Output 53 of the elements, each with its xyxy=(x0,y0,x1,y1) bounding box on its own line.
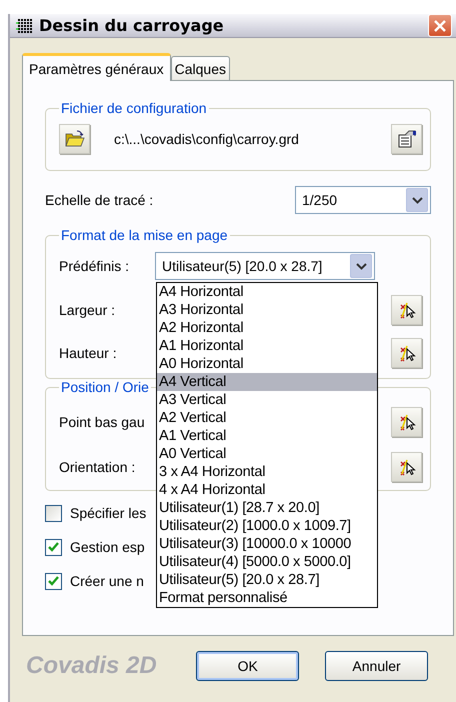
dropdown-option[interactable]: A2 Vertical xyxy=(157,409,377,427)
dialog-button[interactable]: Annuler xyxy=(325,651,428,681)
scale-label: Echelle de tracé : xyxy=(45,192,154,208)
checkbox-label: Gestion esp xyxy=(70,539,145,555)
dialog-button[interactable]: OK xyxy=(196,651,300,681)
checkbox[interactable] xyxy=(45,504,62,522)
dropdown-option[interactable]: A3 Horizontal xyxy=(157,301,377,319)
tab[interactable]: Calques xyxy=(170,56,230,80)
checkbox[interactable] xyxy=(45,538,62,556)
point-label: Point bas gau xyxy=(59,414,146,430)
scale-dropdown[interactable]: 1/250 xyxy=(295,186,431,214)
preset-dropdown[interactable]: Utilisateur(5) [20.0 x 28.7] xyxy=(155,252,375,280)
group-legend: Fichier de configuration xyxy=(59,100,209,116)
properties-button[interactable] xyxy=(391,124,422,154)
grid-dots-icon xyxy=(16,18,34,34)
dropdown-option[interactable]: A1 Vertical xyxy=(157,427,377,445)
dropdown-option[interactable]: Utilisateur(2) [1000.0 x 1009.7] xyxy=(157,517,377,535)
height-label: Hauteur : xyxy=(59,345,118,361)
orientation-label: Orientation : xyxy=(59,459,136,475)
dropdown-option[interactable]: A1 Horizontal xyxy=(157,337,377,355)
pick-point-button[interactable] xyxy=(391,338,422,368)
dropdown-option[interactable]: Utilisateur(1) [28.7 x 20.0] xyxy=(157,499,377,517)
close-icon xyxy=(433,18,447,32)
logo-text: Covadis 2D xyxy=(25,652,158,680)
pick-point-button[interactable] xyxy=(391,452,422,482)
window-title: Dessin du carroyage xyxy=(39,16,225,35)
dropdown-option[interactable]: A0 Horizontal xyxy=(157,355,377,373)
width-label: Largeur : xyxy=(59,302,116,318)
checkbox[interactable] xyxy=(45,572,62,590)
dropdown-option[interactable]: 3 x A4 Horizontal xyxy=(157,463,377,481)
checkbox-label: Spécifier les xyxy=(70,505,146,521)
dropdown-option[interactable]: A4 Vertical xyxy=(157,373,377,391)
group-legend: Format de la mise en page xyxy=(59,227,230,243)
open-folder-button[interactable] xyxy=(59,124,90,154)
dropdown-option[interactable]: A0 Vertical xyxy=(157,445,377,463)
dropdown-option[interactable]: A2 Horizontal xyxy=(157,319,377,337)
document-list-icon xyxy=(396,130,416,148)
checkbox-label: Créer une n xyxy=(70,573,144,589)
folder-icon xyxy=(64,130,84,148)
pick-point-button[interactable] xyxy=(391,407,422,437)
dropdown-option[interactable]: Utilisateur(5) [20.0 x 28.7] xyxy=(157,571,377,589)
dropdown-option[interactable]: Utilisateur(3) [10000.0 x 10000 xyxy=(157,535,377,553)
config-file-path: c:\...\covadis\config\carroy.grd xyxy=(113,131,300,147)
preset-label: Prédéfinis : xyxy=(59,258,130,274)
close-button[interactable] xyxy=(428,14,452,37)
dropdown-option[interactable]: Format personnalisé xyxy=(157,589,377,607)
group-legend: Position / Orie xyxy=(59,379,151,395)
dropdown-option[interactable]: 4 x A4 Horizontal xyxy=(157,481,377,499)
tab[interactable]: Paramètres généraux xyxy=(22,53,171,81)
pick-point-button[interactable] xyxy=(391,295,422,325)
dropdown-option[interactable]: A4 Horizontal xyxy=(157,283,377,301)
dropdown-option[interactable]: Utilisateur(4) [5000.0 x 5000.0] xyxy=(157,553,377,571)
dropdown-option[interactable]: A3 Vertical xyxy=(157,391,377,409)
